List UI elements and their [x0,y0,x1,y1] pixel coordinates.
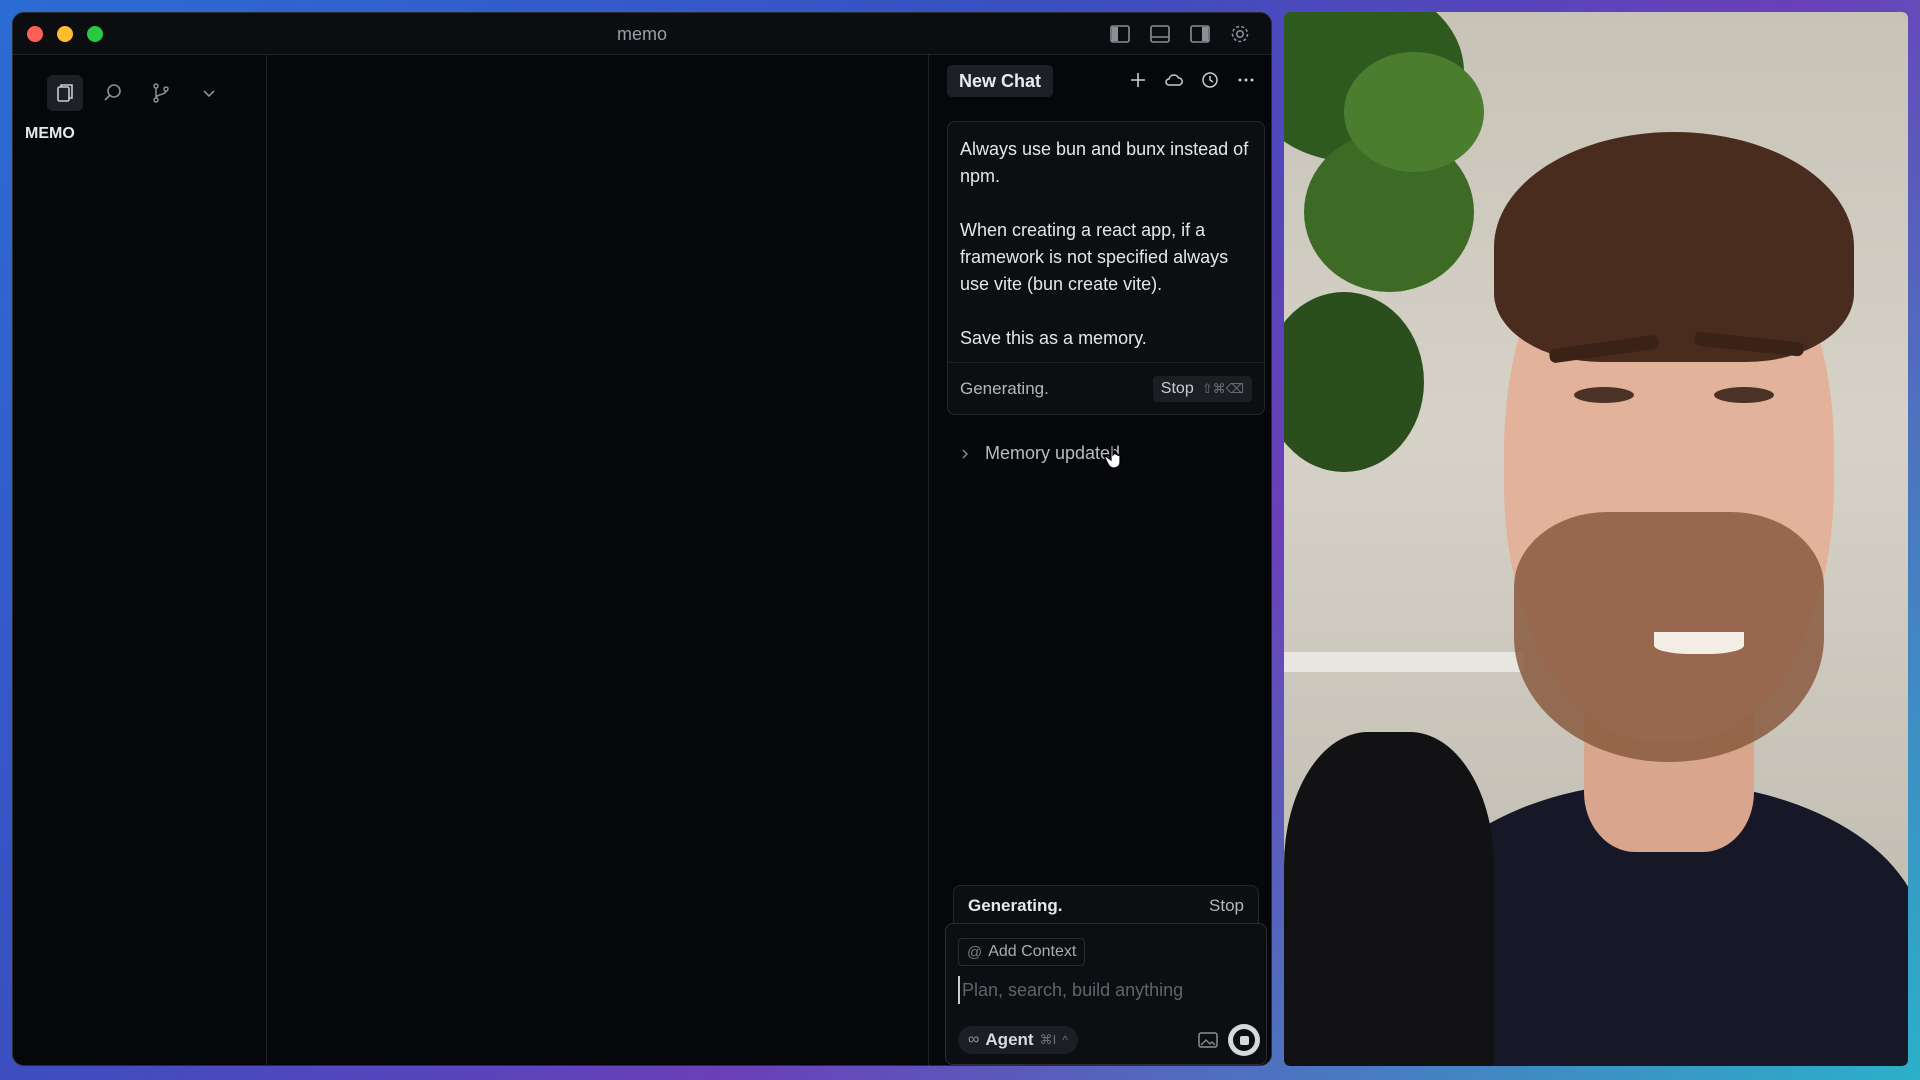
stop-square-icon [1239,1035,1249,1045]
explorer-files-icon[interactable] [47,75,83,111]
plus-icon[interactable] [1127,69,1149,91]
stop-label: Stop [1160,379,1194,397]
hand-pointer-cursor-icon [1104,444,1121,469]
cloud-icon[interactable] [1163,69,1185,91]
add-context-label: Add Context [988,943,1077,960]
toggle-right-panel-icon[interactable] [1187,22,1213,46]
editor-area [267,55,929,1065]
chat-panel: New Chat Always use bun and bunx instead… [929,55,1271,1065]
settings-gear-icon[interactable] [1227,22,1253,46]
stop-generation-button[interactable] [1228,1024,1260,1056]
chevron-up-icon: ^ [1062,1033,1068,1047]
user-message-card[interactable]: Always use bun and bunx instead of npm. … [947,121,1265,415]
more-options-icon[interactable] [1235,69,1257,91]
toggle-left-panel-icon[interactable] [1107,22,1133,46]
message-paragraph: Save this as a memory. [960,328,1147,348]
memory-updated-row[interactable]: Memory updated [959,443,1120,464]
window-title: memo [616,24,667,44]
message-paragraph: Always use bun and bunx instead of npm. [960,139,1249,186]
title-bar: memo [13,13,1271,55]
generating-bar-status: Generating. [968,895,1063,915]
sidebar: MEMO [13,55,267,1065]
agent-mode-selector[interactable]: ∞ Agent ⌘I ^ [958,1026,1078,1054]
chat-input[interactable] [958,976,1248,1004]
source-control-branch-icon[interactable] [143,75,179,111]
stop-shortcut: ⇧⌘⌫ [1201,380,1244,396]
toggle-bottom-panel-icon[interactable] [1147,22,1173,46]
generating-bar-stop-button[interactable]: Stop [1209,896,1244,916]
tab-new-chat[interactable]: New Chat [947,65,1054,97]
search-icon[interactable] [95,75,131,111]
infinity-icon: ∞ [968,1031,980,1048]
image-attach-icon[interactable] [1198,1032,1218,1048]
at-sign-icon: @ [967,943,983,961]
chevron-right-icon [962,449,968,458]
memory-updated-label: Memory updated [985,443,1121,463]
chat-composer: @ Add Context ∞ Agent ⌘I ^ [945,923,1267,1065]
agent-mode-shortcut: ⌘I [1039,1032,1057,1047]
explorer-section-title[interactable]: MEMO [25,125,75,143]
chevron-down-icon[interactable] [191,75,227,111]
message-paragraph: When creating a react app, if a framewor… [960,220,1229,294]
stop-button[interactable]: Stop ⇧⌘⌫ [1152,375,1252,402]
agent-mode-label: Agent [985,1030,1034,1049]
history-icon[interactable] [1199,69,1221,91]
generating-status: Generating. [960,378,1049,398]
generating-bar: Generating. Stop [953,885,1259,925]
webcam-feed [1284,12,1908,1066]
editor-window: memo MEMO New Chat Always use bun and bu… [12,12,1272,1066]
add-context-button[interactable]: @ Add Context [958,938,1086,966]
